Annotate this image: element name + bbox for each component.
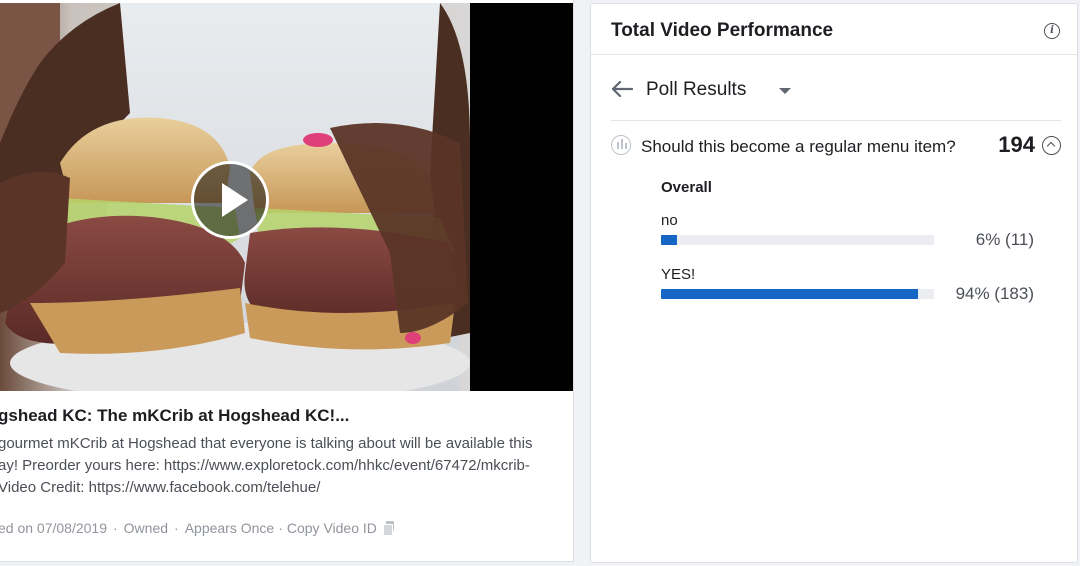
- description-line: ay! Preorder yours here: https://www.exp…: [0, 457, 530, 474]
- progress-track: [661, 235, 934, 245]
- poll-question-row[interactable]: Should this become a regular menu item? …: [611, 121, 1061, 171]
- option-value: 94% (183): [955, 284, 1034, 303]
- post-meta: ed on 07/08/2019 · Owned · Appears Once · Copy…: [0, 520, 394, 536]
- poll-question: Should this become a regular menu item?: [641, 137, 956, 156]
- post-description: gourmet mKCrib at Hogshead that everyone…: [0, 433, 573, 499]
- option-label: YES!: [661, 266, 696, 283]
- panel-header: Total Video Performance i: [591, 4, 1077, 55]
- chevron-up-icon[interactable]: [1042, 136, 1061, 155]
- poll-results-dropdown[interactable]: Poll Results: [646, 79, 746, 101]
- copy-video-id-link[interactable]: Copy Video ID: [287, 520, 377, 536]
- copy-icon[interactable]: [382, 521, 394, 536]
- chevron-down-icon[interactable]: [779, 88, 791, 94]
- back-arrow-icon[interactable]: [611, 80, 633, 98]
- separator-dot: ·: [174, 520, 179, 536]
- owned-label: Owned: [123, 520, 169, 536]
- option-label: no: [661, 212, 678, 229]
- poll-option-no: no 6% (11): [661, 212, 1036, 256]
- post-title[interactable]: gshead KC: The mKCrib at Hogshead KC!...: [0, 406, 349, 426]
- video-player[interactable]: [0, 3, 573, 391]
- progress-fill: [661, 235, 678, 245]
- info-icon[interactable]: i: [1044, 23, 1060, 39]
- option-value: 6% (11): [975, 230, 1034, 249]
- description-line: Video Credit: https://www.facebook.com/t…: [0, 479, 321, 496]
- appears-label[interactable]: Appears Once: [185, 520, 275, 536]
- overall-label: Overall: [661, 179, 712, 196]
- play-icon[interactable]: [191, 161, 269, 239]
- progress-fill: [661, 289, 918, 299]
- description-line: gourmet mKCrib at Hogshead that everyone…: [0, 435, 533, 452]
- separator-dot: ·: [113, 520, 118, 536]
- performance-panel: Total Video Performance i Poll Results S…: [590, 3, 1078, 563]
- video-post-card: gshead KC: The mKCrib at Hogshead KC!...…: [0, 0, 574, 562]
- poll-selector-row: Poll Results: [611, 55, 1061, 121]
- panel-title: Total Video Performance: [611, 20, 834, 41]
- poll-icon: [611, 135, 631, 155]
- progress-track: [661, 289, 934, 299]
- total-votes: 194: [998, 132, 1035, 157]
- separator-dot: ·: [278, 520, 283, 536]
- posted-date: ed on 07/08/2019: [0, 520, 107, 536]
- poll-option-yes: YES! 94% (183): [661, 266, 1036, 310]
